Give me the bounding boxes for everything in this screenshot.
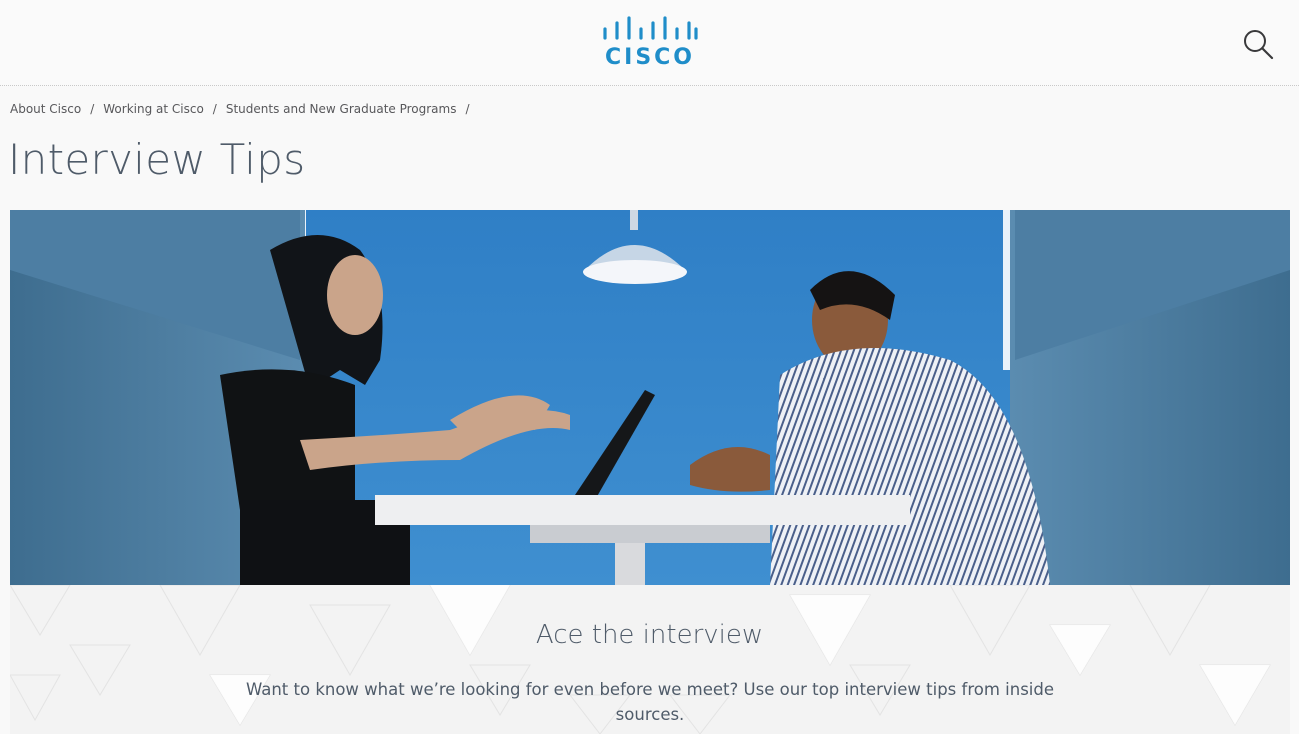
breadcrumb-about-cisco[interactable]: About Cisco: [10, 102, 81, 118]
breadcrumb-separator: /: [465, 102, 470, 116]
logo-wordmark: CISCO: [604, 45, 696, 70]
breadcrumb: About Cisco / Working at Cisco / Student…: [10, 102, 479, 118]
search-icon: [1244, 30, 1274, 60]
breadcrumb-students-programs[interactable]: Students and New Graduate Programs: [226, 102, 457, 118]
breadcrumb-separator: /: [212, 102, 217, 116]
breadcrumb-working-at-cisco[interactable]: Working at Cisco: [103, 102, 204, 118]
hero-image: [10, 210, 1290, 585]
cisco-logo[interactable]: CISCO: [600, 16, 700, 70]
cisco-bridge-logo-icon: [603, 16, 698, 40]
hero-photo: [10, 210, 1290, 585]
page-title: Interview Tips: [8, 135, 306, 184]
breadcrumb-separator: /: [90, 102, 95, 116]
section-description: Want to know what we’re looking for even…: [245, 680, 1055, 724]
search-button[interactable]: [1241, 27, 1275, 61]
section-heading: Ace the interview: [535, 620, 764, 650]
site-header: CISCO: [0, 0, 1299, 86]
